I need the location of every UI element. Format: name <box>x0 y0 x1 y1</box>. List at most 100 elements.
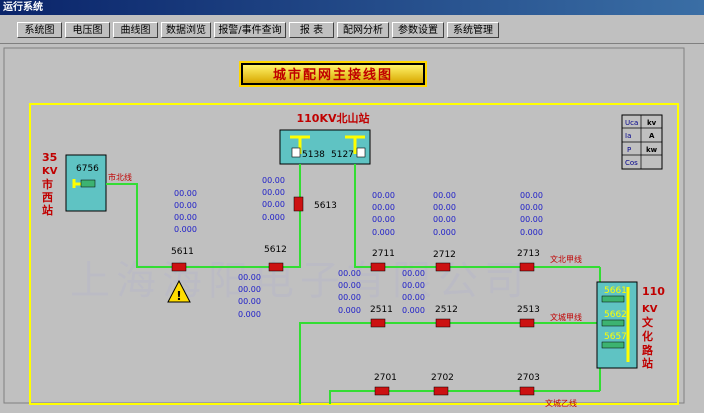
tab-parameter-settings[interactable]: 参数设置 <box>392 22 444 38</box>
switch-2701[interactable] <box>374 386 390 396</box>
tab-system-management[interactable]: 系统管理 <box>447 22 499 38</box>
svg-text:00.00: 00.00 <box>520 203 543 212</box>
shixi-name-2: 西 <box>42 191 53 204</box>
svg-text:00.00: 00.00 <box>402 281 425 290</box>
switch-5611[interactable] <box>171 262 187 272</box>
switch-label-2713: 2713 <box>517 249 540 259</box>
reading-block-d: 00.00 00.00 00.00 0.000 <box>433 191 456 237</box>
wenhua-switch-3: 5657 <box>604 332 627 342</box>
wenhua-kv: KV <box>642 304 658 315</box>
diagram-title: 城市配网主接线图 <box>273 67 393 83</box>
legend-unit-kv: kv <box>647 119 657 127</box>
switch-label-2712: 2712 <box>433 250 456 260</box>
switch-label-2702: 2702 <box>431 373 454 383</box>
feeder-wencheng-yi: 文城乙线 <box>545 398 577 408</box>
svg-text:00.00: 00.00 <box>372 191 395 200</box>
svg-text:00.00: 00.00 <box>262 188 285 197</box>
svg-text:00.00: 00.00 <box>338 281 361 290</box>
svg-text:00.00: 00.00 <box>262 200 285 209</box>
window-title: 运行系统 <box>0 0 704 15</box>
outer-frame <box>3 47 685 404</box>
svg-text:0.000: 0.000 <box>372 228 395 237</box>
reading-block-b: 00.00 00.00 00.00 0.000 <box>262 176 285 222</box>
svg-text:00.00: 00.00 <box>338 269 361 278</box>
switch-label-2711: 2711 <box>372 249 395 259</box>
svg-text:00.00: 00.00 <box>238 297 261 306</box>
wenhua-switch-2: 5662 <box>604 310 627 320</box>
svg-text:0.000: 0.000 <box>520 228 543 237</box>
switch-5613[interactable] <box>293 196 304 212</box>
tab-curve-diagram[interactable]: 曲线图 <box>113 22 158 38</box>
switch-label-2703: 2703 <box>517 373 540 383</box>
svg-text:00.00: 00.00 <box>338 293 361 302</box>
svg-text:00.00: 00.00 <box>402 293 425 302</box>
feeder-wencheng-jia: 文城甲线 <box>550 312 582 322</box>
legend-label-p: P <box>627 146 631 154</box>
tab-voltage-diagram[interactable]: 电压图 <box>65 22 110 38</box>
reading-block-e: 00.00 00.00 00.00 0.000 <box>520 191 543 237</box>
svg-text:00.00: 00.00 <box>238 273 261 282</box>
svg-text:00.00: 00.00 <box>174 213 197 222</box>
svg-text:00.00: 00.00 <box>402 269 425 278</box>
beishan-station-name: 110KV北山站 <box>297 111 370 125</box>
wenhua-name-1: 文 <box>642 315 654 329</box>
legend-label-cos: Cos <box>625 159 638 167</box>
wenhua-name-4: 站 <box>642 356 653 370</box>
svg-text:00.00: 00.00 <box>372 215 395 224</box>
shixi-kv: KV <box>42 166 58 177</box>
svg-text:00.00: 00.00 <box>372 203 395 212</box>
switch-2511[interactable] <box>370 318 386 328</box>
switch-2702[interactable] <box>433 386 449 396</box>
reading-block-c: 00.00 00.00 00.00 0.000 <box>372 191 395 237</box>
legend-table: Uca kv Ia A P kw Cos <box>621 114 663 170</box>
shixi-feeder-label: 市北线 <box>108 172 132 182</box>
switch-2713[interactable] <box>519 262 535 272</box>
shixi-switch[interactable] <box>80 179 96 188</box>
svg-text:0.000: 0.000 <box>262 213 285 222</box>
svg-text:0.000: 0.000 <box>338 306 361 315</box>
svg-text:0.000: 0.000 <box>402 306 425 315</box>
switch-label-2511: 2511 <box>370 305 393 315</box>
shixi-switch-label: 6756 <box>76 164 99 174</box>
switch-2711[interactable] <box>370 262 386 272</box>
svg-text:0.000: 0.000 <box>433 228 456 237</box>
tab-alarm-query[interactable]: 报警/事件查询 <box>214 22 286 38</box>
tab-data-browse[interactable]: 数据浏览 <box>161 22 211 38</box>
svg-text:00.00: 00.00 <box>433 215 456 224</box>
shixi-voltage: 35 <box>42 151 57 164</box>
feeder-wenbei-jia: 文北甲线 <box>550 254 582 264</box>
switch-2712[interactable] <box>435 262 451 272</box>
tab-report[interactable]: 报 表 <box>289 22 334 38</box>
svg-text:00.00: 00.00 <box>433 191 456 200</box>
switch-label-5612: 5612 <box>264 245 287 255</box>
shixi-name-1: 市 <box>42 177 53 191</box>
svg-text:00.00: 00.00 <box>238 285 261 294</box>
svg-text:0.000: 0.000 <box>238 310 261 319</box>
shixi-name-3: 站 <box>42 203 53 217</box>
switch-2512[interactable] <box>435 318 451 328</box>
wenhua-name-3: 路 <box>642 343 654 357</box>
wenhua-name-2: 化 <box>642 329 653 343</box>
beishan-switch-a: 5138 <box>302 150 325 160</box>
switch-label-2513: 2513 <box>517 305 540 315</box>
svg-text:00.00: 00.00 <box>262 176 285 185</box>
switch-label-2512: 2512 <box>435 305 458 315</box>
legend-label-ia: Ia <box>625 132 631 140</box>
switch-label-2701: 2701 <box>374 373 397 383</box>
switch-label-5613: 5613 <box>314 201 337 211</box>
wenhua-voltage: 110 <box>642 285 665 298</box>
toolbar: 系统图 电压图 曲线图 数据浏览 报警/事件查询 报 表 配网分析 参数设置 系… <box>0 15 704 44</box>
svg-text:00.00: 00.00 <box>174 189 197 198</box>
svg-text:00.00: 00.00 <box>520 215 543 224</box>
switch-5612[interactable] <box>268 262 284 272</box>
switch-label-5611: 5611 <box>171 247 194 257</box>
legend-label-uca: Uca <box>625 119 638 127</box>
switch-2513[interactable] <box>519 318 535 328</box>
switch-2703[interactable] <box>519 386 535 396</box>
svg-text:0.000: 0.000 <box>174 225 197 234</box>
tab-system-diagram[interactable]: 系统图 <box>17 22 62 38</box>
reading-block-a: 00.00 00.00 00.00 0.000 <box>174 189 197 234</box>
tab-network-analysis[interactable]: 配网分析 <box>337 22 389 38</box>
legend-unit-kw: kw <box>646 146 658 154</box>
svg-text:!: ! <box>176 289 181 303</box>
